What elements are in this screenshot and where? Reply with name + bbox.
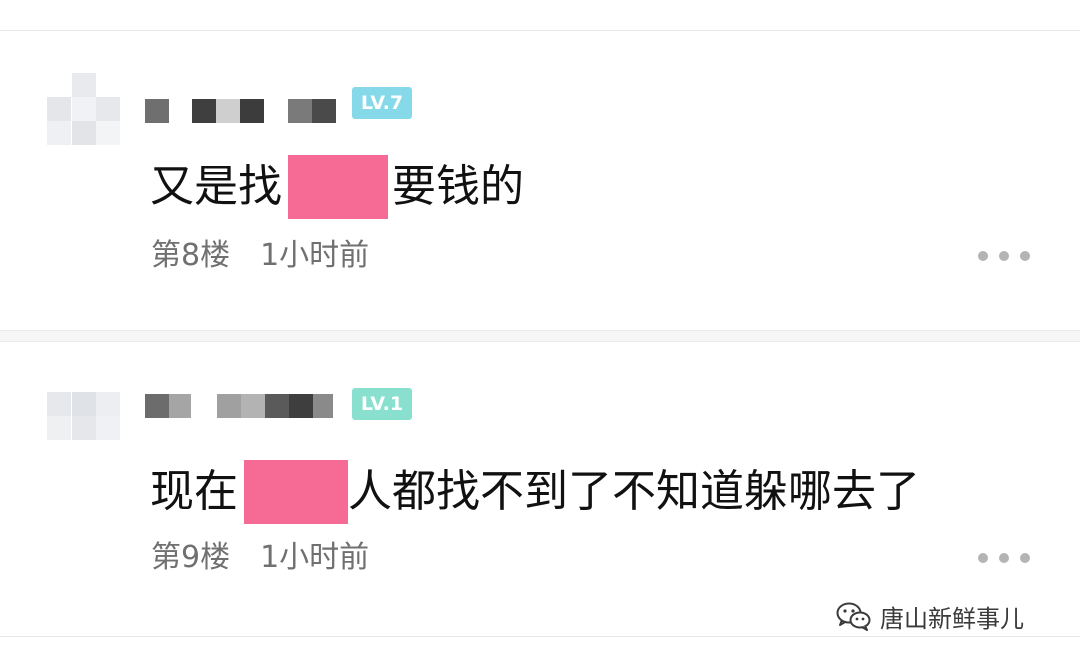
comment-content: 又是找 要钱的 — [150, 155, 524, 219]
comment-text-before: 现在 — [150, 466, 238, 517]
more-options-button[interactable] — [978, 248, 1030, 264]
more-dot-icon — [978, 251, 988, 261]
watermark: 唐山新鲜事儿 — [836, 594, 1024, 638]
redaction-block — [288, 155, 388, 219]
more-dot-icon — [978, 553, 988, 563]
wechat-icon — [836, 602, 871, 631]
more-dot-icon — [1020, 553, 1030, 563]
more-dot-icon — [1020, 251, 1030, 261]
more-dot-icon — [999, 251, 1009, 261]
watermark-text: 唐山新鲜事儿 — [880, 604, 1024, 633]
more-options-button[interactable] — [978, 550, 1030, 566]
comment-meta: 第8楼 1小时前 — [151, 236, 369, 276]
username[interactable] — [145, 394, 340, 418]
username[interactable] — [145, 99, 340, 123]
comment-text-after: 要钱的 — [392, 161, 524, 212]
avatar[interactable] — [47, 392, 121, 466]
comment-item: LV.7 又是找 要钱的 第8楼 1小时前 — [0, 31, 1080, 330]
level-badge: LV.7 — [352, 87, 412, 119]
floor-number: 第8楼 — [151, 238, 231, 273]
comment-separator — [0, 330, 1080, 342]
more-dot-icon — [999, 553, 1009, 563]
floor-number: 第9楼 — [151, 540, 231, 575]
comment-meta: 第9楼 1小时前 — [151, 538, 369, 578]
comment-item: LV.1 现在 人都找不到了不知道躲哪去了 第9楼 1小时前 — [0, 342, 1080, 636]
level-badge: LV.1 — [352, 388, 412, 420]
comment-text-after: 人都找不到了不知道躲哪去了 — [348, 466, 920, 517]
comment-time: 1小时前 — [260, 238, 370, 273]
comment-text-before: 又是找 — [150, 161, 282, 212]
comment-content: 现在 人都找不到了不知道躲哪去了 — [150, 460, 920, 524]
redaction-block — [244, 460, 348, 524]
avatar[interactable] — [47, 73, 121, 147]
comment-time: 1小时前 — [260, 540, 370, 575]
